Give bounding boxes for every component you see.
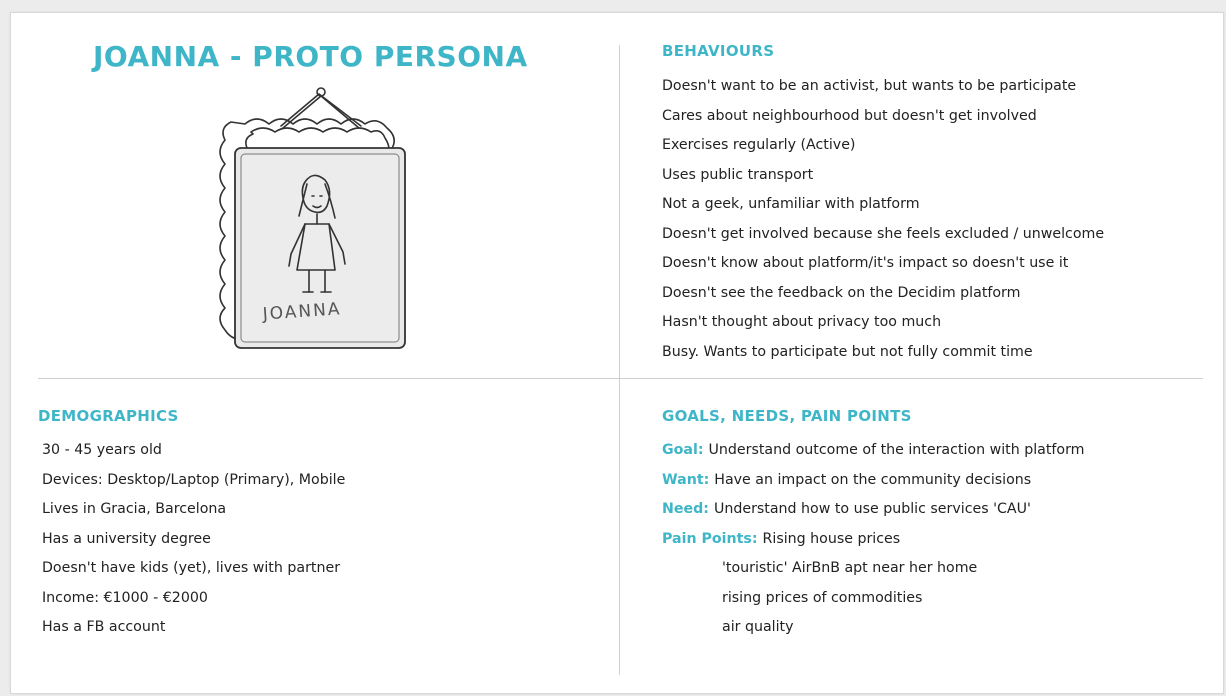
demographics-list: 30 - 45 years old Devices: Desktop/Lapto… (42, 436, 345, 643)
portrait-sketch-image: JOANNA (219, 87, 406, 349)
pain-points-label: Pain Points: (662, 530, 758, 547)
list-item: Devices: Desktop/Laptop (Primary), Mobil… (42, 471, 346, 488)
want-label: Want: (662, 471, 710, 488)
list-item: Lives in Gracia, Barcelona (42, 501, 227, 517)
persona-title: JOANNA - PROTO PERSONA (93, 40, 528, 73)
list-item: Doesn't know about platform/it's impact … (662, 255, 1069, 271)
goal-text: Understand outcome of the interaction wi… (708, 442, 1085, 458)
behaviours-heading: BEHAVIOURS (662, 42, 775, 60)
want-text: Have an impact on the community decision… (714, 471, 1032, 488)
need-label: Need: (662, 501, 709, 517)
list-item: Exercises regularly (Active) (662, 137, 856, 153)
want-row: Want: Have an impact on the community dec… (662, 466, 1085, 496)
list-item: Doesn't get involved because she feels e… (662, 225, 1105, 242)
demographics-heading: DEMOGRAPHICS (38, 407, 179, 425)
list-item: Income: €1000 - €2000 (42, 589, 208, 606)
list-item: Doesn't have kids (yet), lives with part… (42, 560, 341, 576)
list-item: Doesn't see the feedback on the Decidim … (662, 284, 1021, 301)
horizontal-divider (38, 378, 1203, 379)
goal-label: Goal: (662, 442, 704, 458)
goal-row: Goal: Understand outcome of the interacti… (662, 436, 1085, 466)
pain-points-row: Pain Points: Rising house prices (662, 525, 1085, 555)
behaviours-list: Doesn't want to be an activist, but want… (662, 72, 1104, 367)
goals-heading: GOALS, NEEDS, PAIN POINTS (662, 407, 912, 425)
list-item: Not a geek, unfamiliar with platform (662, 196, 920, 212)
list-item: Busy. Wants to participate but not fully… (662, 343, 1033, 360)
list-item: Has a FB account (42, 619, 166, 635)
vertical-divider (619, 45, 620, 675)
pain-point-item: rising prices of commodities (722, 589, 923, 606)
need-text: Understand how to use public services 'C… (713, 501, 1031, 517)
pain-points-text: Rising house prices (762, 530, 901, 547)
list-item: Hasn't thought about privacy too much (662, 314, 942, 330)
list-item: Has a university degree (42, 530, 211, 547)
need-row: Need: Understand how to use public servic… (662, 495, 1085, 525)
goals-list: Goal: Understand outcome of the interacti… (662, 436, 1085, 643)
pain-point-item: 'touristic' AirBnB apt near her home (722, 560, 978, 576)
list-item: Cares about neighbourhood but doesn't ge… (662, 107, 1037, 124)
list-item: 30 - 45 years old (42, 442, 162, 458)
pain-point-item: air quality (722, 619, 794, 635)
list-item: Doesn't want to be an activist, but want… (662, 78, 1077, 94)
list-item: Uses public transport (662, 166, 814, 183)
